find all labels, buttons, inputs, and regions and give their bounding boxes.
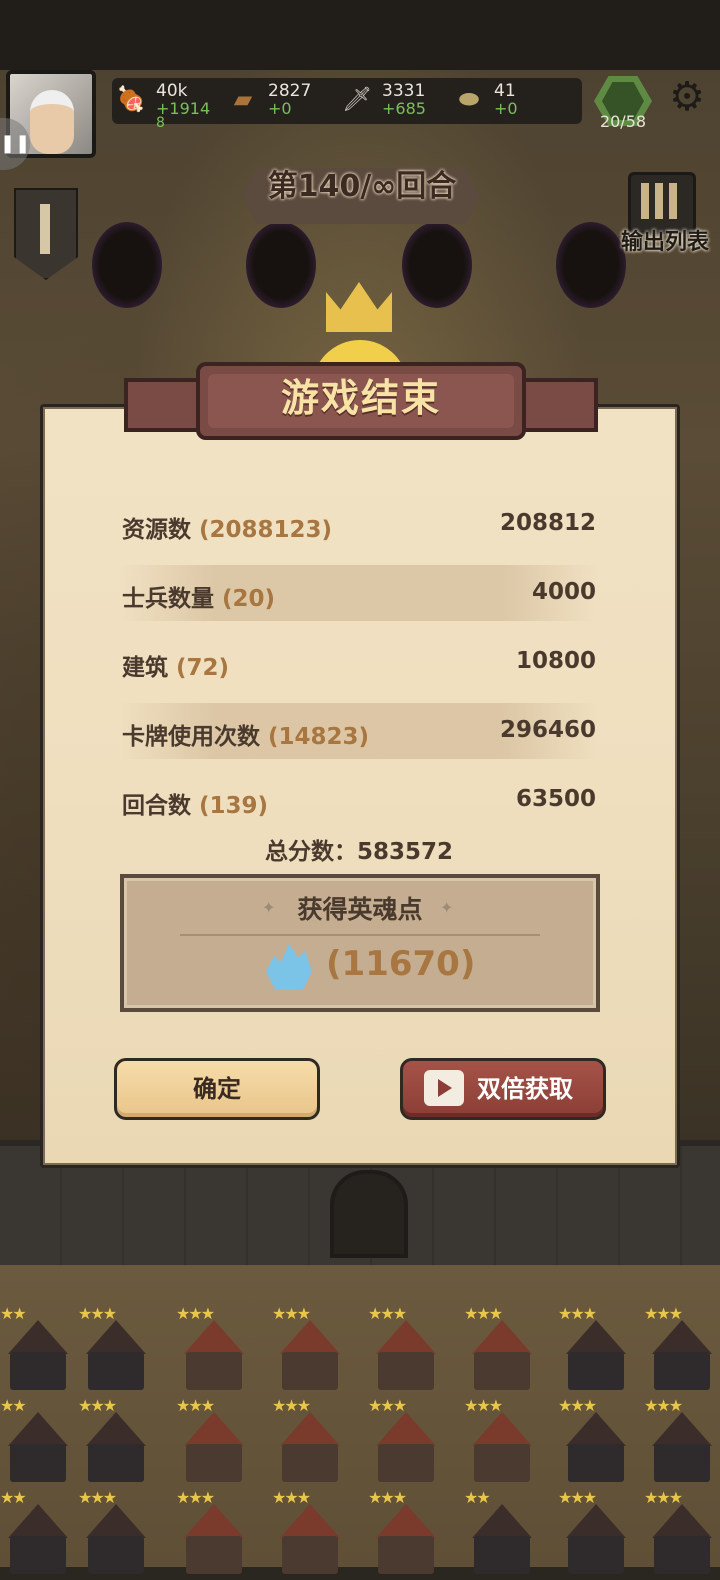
row-count: (14823): [268, 724, 370, 750]
resource-wood: ▰ 2827 +0: [228, 80, 328, 120]
video-ad-icon: [424, 1070, 464, 1106]
score-row-card-uses: 卡牌使用次数 (14823) 296460: [120, 703, 598, 759]
building-tile[interactable]: ★★★: [176, 1396, 252, 1488]
gear-icon[interactable]: ⚙: [664, 74, 710, 120]
confirm-button[interactable]: 确定: [114, 1058, 320, 1120]
building-tile[interactable]: ★★★: [176, 1488, 252, 1580]
confirm-label: 确定: [193, 1075, 241, 1103]
building-tile[interactable]: ★★★: [464, 1396, 540, 1488]
building-tile[interactable]: ★★★: [272, 1396, 348, 1488]
building-tile[interactable]: ★★★: [464, 1304, 540, 1396]
building-tile[interactable]: ★★★: [644, 1304, 720, 1396]
row-label: 回合数: [122, 793, 191, 819]
weapon-increase: +685: [382, 99, 426, 118]
row-points: 296460: [499, 717, 596, 743]
building-tile[interactable]: ★★★: [368, 1304, 444, 1396]
wood-icon: ▰: [233, 85, 253, 113]
building-tile[interactable]: ★★★: [558, 1488, 634, 1580]
coin-increase: +0: [494, 99, 518, 118]
soul-reward-value: (11670): [326, 944, 476, 984]
wood-value: 2827: [268, 81, 312, 101]
score-row-soldiers: 士兵数量 (20) 4000: [120, 565, 598, 621]
row-points: 10800: [515, 648, 596, 674]
building-tile[interactable]: ★★★: [558, 1396, 634, 1488]
top-bar-background: [0, 0, 720, 70]
output-list-label[interactable]: 输出列表: [610, 224, 720, 256]
weapon-value: 3331: [382, 81, 426, 101]
building-tile[interactable]: ★★★: [272, 1488, 348, 1580]
sword-icon: 🗡: [342, 85, 373, 113]
coin-icon: ⬬: [458, 85, 480, 113]
coin-value: 41: [494, 81, 516, 101]
row-count: (20): [222, 586, 276, 612]
building-tile[interactable]: ★★: [0, 1396, 76, 1488]
double-reward-label: 双倍获取: [477, 1075, 573, 1103]
castle-gate: [330, 1170, 408, 1258]
wood-increase: +0: [268, 99, 292, 118]
building-tile[interactable]: ★★★: [368, 1396, 444, 1488]
dialog-title: 游戏结束: [280, 376, 441, 420]
building-tile[interactable]: ★★★: [644, 1488, 720, 1580]
portal-icon: [92, 222, 162, 308]
row-label: 建筑: [122, 655, 168, 681]
building-tile[interactable]: ★★★: [272, 1304, 348, 1396]
heroes-count: 20/58: [599, 112, 647, 131]
building-tile[interactable]: ★★: [0, 1304, 76, 1396]
total-score: 总分数：583572: [264, 839, 454, 865]
score-row-resources: 资源数 (2088123) 208812: [120, 496, 598, 552]
soul-reward-title: 获得英魂点: [297, 895, 423, 924]
meat-extra: 8: [156, 115, 165, 131]
resource-weapon: 🗡 3331 +685: [342, 80, 442, 120]
round-counter: 第140/∞回合: [267, 169, 457, 204]
skull-building-tile[interactable]: ★★: [464, 1488, 540, 1580]
row-points: 208812: [499, 510, 596, 536]
building-tile[interactable]: ★★: [0, 1488, 76, 1580]
building-tile[interactable]: ★★★: [368, 1488, 444, 1580]
row-label: 资源数: [122, 517, 191, 543]
row-label: 卡牌使用次数: [122, 724, 260, 750]
building-tile[interactable]: ★★★: [644, 1396, 720, 1488]
building-tile[interactable]: ★★★: [176, 1304, 252, 1396]
meat-icon: 🍖: [116, 85, 146, 113]
portal-icon: [402, 222, 472, 308]
score-row-rounds: 回合数 (139) 63500: [120, 772, 598, 828]
building-tile[interactable]: ★★★: [558, 1304, 634, 1396]
building-tile[interactable]: ★★★: [78, 1488, 154, 1580]
divider: [180, 934, 540, 936]
building-tile[interactable]: ★★★: [78, 1396, 154, 1488]
row-count: (139): [199, 793, 269, 819]
row-points: 4000: [531, 579, 596, 605]
row-count: (2088123): [199, 517, 333, 543]
row-count: (72): [176, 655, 230, 681]
row-points: 63500: [515, 786, 596, 812]
meat-value: 40k: [156, 81, 188, 101]
score-row-buildings: 建筑 (72) 10800: [120, 634, 598, 690]
building-tile[interactable]: ★★★: [78, 1304, 154, 1396]
resource-coin: ⬬ 41 +0: [454, 80, 554, 120]
portal-icon: [246, 222, 316, 308]
row-label: 士兵数量: [122, 586, 214, 612]
resource-meat: 🍖 40k +1914 8: [116, 80, 216, 130]
